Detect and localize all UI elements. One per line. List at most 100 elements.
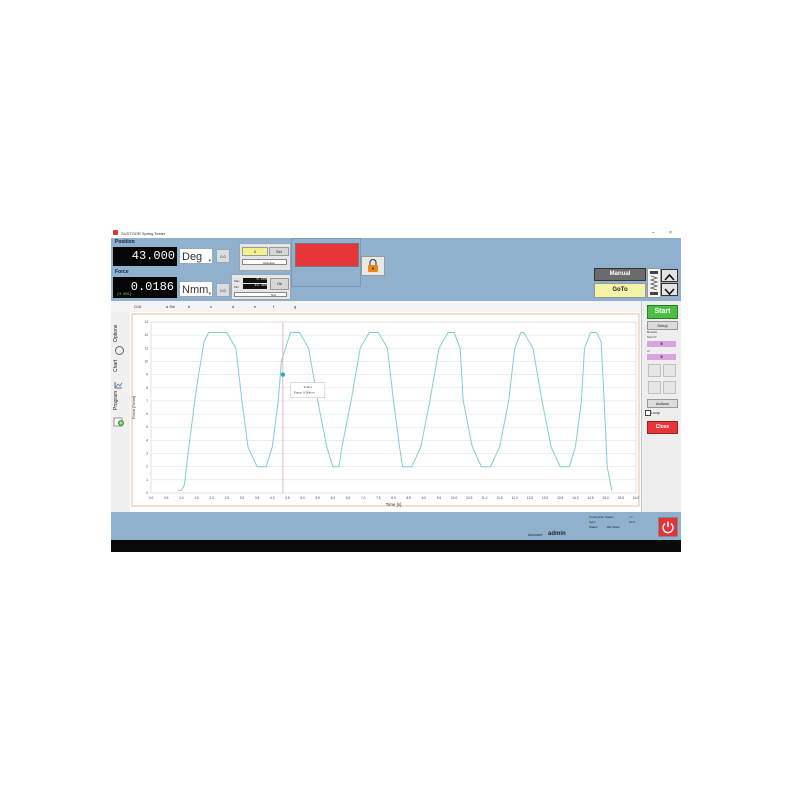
tab-chart[interactable]: Chart xyxy=(113,360,119,372)
position-label: Position xyxy=(115,239,135,245)
position-display: 43.000 xyxy=(113,247,177,266)
chevron-up-icon xyxy=(664,273,675,281)
tab-options[interactable]: Options xyxy=(113,325,119,342)
test-number-value: 5 xyxy=(647,341,676,347)
start-button[interactable]: Start xyxy=(647,305,678,319)
tab-g[interactable]: g xyxy=(294,304,296,309)
position-mode-select[interactable]: Absolute xyxy=(242,259,287,265)
y-tick-label: 0 xyxy=(146,491,148,495)
tab-c[interactable]: c xyxy=(210,304,212,309)
x-tick-label: 7.5 xyxy=(376,496,381,500)
position-unit-value: Deg xyxy=(182,251,203,263)
force-max-label: Max xyxy=(234,279,240,283)
x-tick-label: 14.0 xyxy=(572,496,578,500)
app-logo-icon xyxy=(113,230,118,235)
goto-button[interactable]: GoTo xyxy=(594,283,646,298)
tab-d[interactable]: d xyxy=(232,304,234,309)
position-set-value[interactable]: 0 xyxy=(242,247,268,256)
x-tick-label: 16.0 xyxy=(633,496,639,500)
loop-label: Loop xyxy=(651,410,660,415)
status-value: idle State xyxy=(607,525,620,529)
force-zero-button[interactable]: 0.0 xyxy=(216,283,230,297)
force-min-label: Min xyxy=(234,285,239,289)
y-tick-label: 6 xyxy=(146,412,148,416)
position-set-panel: 0 Set Absolute xyxy=(239,243,291,271)
last-test-button[interactable] xyxy=(663,381,676,394)
x-tick-label: 14.5 xyxy=(587,496,593,500)
force-unit-value: Nmm xyxy=(182,284,209,296)
spring-icon xyxy=(649,271,659,295)
bottom-bar xyxy=(111,540,681,552)
sync-value: 10.0 xyxy=(629,520,635,524)
cursor-point[interactable] xyxy=(280,372,286,377)
force-ok-button[interactable]: Ok xyxy=(270,278,289,290)
tab-d16[interactable]: D16 xyxy=(134,304,141,309)
x-tick-label: 5.5 xyxy=(316,496,321,500)
tooltip-force: Force: 9.0Nmm xyxy=(294,391,315,395)
spring-fixture-image xyxy=(647,268,661,298)
tab-a-sin[interactable]: a Sin xyxy=(166,304,175,309)
x-tick-label: 2.0 xyxy=(209,496,214,500)
x-tick-label: 1.0 xyxy=(179,496,184,500)
test-number-label: Test N° xyxy=(647,335,657,339)
force-label: Force xyxy=(115,269,129,275)
connection-status-panel: Connection Status OK Sync 10.0 Status id… xyxy=(585,513,641,539)
x-tick-label: 10.0 xyxy=(451,496,457,500)
chart-tooltip: 9.40 s Force: 9.0Nmm xyxy=(290,382,326,398)
force-unit-select[interactable]: Nmm ▾ xyxy=(179,281,213,297)
force-limits-panel: Max Min 0.000 13.300 Ok N/A xyxy=(231,274,291,300)
x-tick-label: 3.5 xyxy=(255,496,260,500)
setup-button[interactable]: Setup xyxy=(647,321,678,330)
force-subvalue: [0.000] xyxy=(117,293,132,297)
chevron-down-icon: ▾ xyxy=(208,258,211,264)
sync-label: Sync xyxy=(589,520,596,524)
alarm-indicator xyxy=(295,243,359,267)
title-bar: SUSTOOR Spring Tester – × xyxy=(111,228,681,238)
manual-button[interactable]: Manual xyxy=(594,268,646,281)
position-set-button[interactable]: Set xyxy=(269,247,289,256)
x-tick-label: 4.5 xyxy=(285,496,290,500)
x-tick-label: 9.0 xyxy=(422,496,427,500)
x-axis-label: Time [s] xyxy=(386,502,402,507)
x-tick-label: 13.0 xyxy=(542,496,548,500)
tab-b[interactable]: b xyxy=(188,304,190,309)
x-tick-label: 4.0 xyxy=(270,496,275,500)
y-tick-label: 3 xyxy=(146,452,148,456)
force-mode-select[interactable]: N/A xyxy=(234,292,287,297)
x-tick-label: 5.0 xyxy=(300,496,305,500)
force-time-chart[interactable]: 0.0 0.5 1.0 1.5 2.0 2.5 3.0 3.5 4.0 4.5 5.0 5.5 6.0 6… xyxy=(130,312,641,512)
connection-status-value: OK xyxy=(629,515,634,519)
y-tick-label: 4 xyxy=(146,438,148,442)
power-button[interactable] xyxy=(658,517,678,537)
status-label: Status xyxy=(589,525,598,529)
force-max-value: 0.000 xyxy=(243,278,267,283)
jog-up-button[interactable] xyxy=(661,269,678,282)
first-test-button[interactable] xyxy=(648,381,661,394)
padlock-icon xyxy=(368,258,378,272)
y-tick-label: 7 xyxy=(146,399,148,403)
step-forward-button[interactable] xyxy=(663,364,676,377)
x-tick-label: 1.5 xyxy=(194,496,199,500)
actions-button[interactable]: Actions xyxy=(647,399,678,408)
jog-down-button[interactable] xyxy=(661,283,678,296)
x-tick-label: 10.5 xyxy=(466,496,472,500)
tab-program[interactable]: Program xyxy=(113,391,119,410)
close-window-button[interactable]: × xyxy=(669,230,672,236)
options-radio[interactable] xyxy=(115,346,124,355)
close-button[interactable]: Close xyxy=(647,421,678,434)
step-back-button[interactable] xyxy=(648,364,661,377)
position-unit-select[interactable]: Deg ▾ xyxy=(179,248,213,264)
of-label: of xyxy=(647,349,650,353)
lock-button[interactable] xyxy=(361,256,385,276)
tab-e[interactable]: e xyxy=(254,304,256,309)
total-tests-value: 5 xyxy=(647,354,676,360)
x-tick-label: 9.5 xyxy=(437,496,442,500)
tab-f[interactable]: f xyxy=(273,304,274,309)
right-control-panel: Start Setup Results Test N° 5 of 5 Actio… xyxy=(641,301,681,512)
window-title: SUSTOOR Spring Tester xyxy=(121,230,166,236)
minimize-button[interactable]: – xyxy=(652,230,655,236)
x-tick-label: 8.5 xyxy=(406,496,411,500)
position-zero-button[interactable]: 0.0 xyxy=(216,249,230,263)
x-tick-label: 3.0 xyxy=(240,496,245,500)
x-tick-label: 6.0 xyxy=(331,496,336,500)
